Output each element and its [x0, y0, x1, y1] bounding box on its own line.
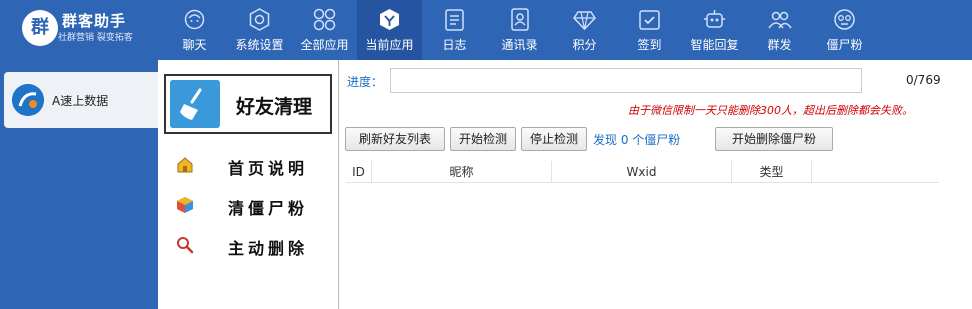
start-detect-button[interactable]: 开始检测: [450, 127, 516, 151]
broom-icon: [170, 80, 220, 128]
nav-label: 僵尸粉: [826, 38, 863, 52]
nav-label: 系统设置: [235, 38, 284, 52]
robot-icon: [704, 10, 725, 28]
menu-item-active-delete[interactable]: 主动删除: [174, 232, 334, 258]
search-delete-icon: [177, 237, 194, 254]
app-logo: 群 群客助手 社群营销 裂变拓客: [18, 6, 158, 54]
progress-label: 进度：: [347, 75, 384, 89]
friends-table-header: ID 昵称 Wxid 类型: [346, 161, 939, 183]
app-title: 群客助手: [62, 12, 127, 30]
home-icon: [177, 157, 193, 173]
nav-current-app[interactable]: 当前应用: [357, 0, 422, 60]
account-sidebar: A速上数据: [0, 60, 158, 309]
column-header-extra: [812, 161, 939, 183]
menu-item-label: 首页说明: [228, 159, 309, 178]
column-header-nickname[interactable]: 昵称: [372, 161, 552, 183]
account-item[interactable]: A速上数据: [4, 72, 158, 128]
logo-mark: 群: [22, 10, 58, 46]
nav-mass-send[interactable]: 群发: [747, 0, 812, 60]
menu-item-label: 主动删除: [228, 239, 309, 258]
stop-detect-button[interactable]: 停止检测: [521, 127, 587, 151]
nav-label: 签到: [637, 38, 662, 52]
nav-contacts[interactable]: 通讯录: [487, 0, 552, 60]
refresh-friends-button[interactable]: 刷新好友列表: [345, 127, 445, 151]
cube-icon: [380, 9, 399, 30]
nav-all-apps[interactable]: 全部应用: [292, 0, 357, 60]
nav-label: 日志: [442, 38, 467, 52]
nav-label: 聊天: [182, 38, 207, 52]
log-icon: [445, 9, 464, 31]
nav-label: 通讯录: [501, 38, 538, 52]
nav-label: 当前应用: [365, 38, 414, 52]
warning-text: 由于微信限制一天只能删除300人，超出后删除都会失败。: [628, 104, 913, 117]
column-header-wxid[interactable]: Wxid: [552, 161, 732, 183]
app-subtitle: 社群营销 裂变拓客: [58, 33, 133, 43]
checkin-icon: [639, 10, 660, 30]
menu-item-clear-zombies[interactable]: 清僵尸粉: [174, 192, 334, 218]
avatar: [12, 84, 44, 116]
nav-label: 群发: [767, 38, 792, 52]
nav-settings[interactable]: 系统设置: [227, 0, 292, 60]
menu-header-label: 好友清理: [236, 96, 313, 118]
top-bar: 群 群客助手 社群营销 裂变拓客 聊天 系统设置 全部应用 当前应用 日志 通讯…: [0, 0, 972, 60]
function-menu: 好友清理 首页说明 清僵尸粉 主动删除: [158, 60, 339, 309]
column-header-type[interactable]: 类型: [732, 161, 812, 183]
menu-item-label: 清僵尸粉: [228, 199, 309, 218]
nav-log[interactable]: 日志: [422, 0, 487, 60]
nav-smart-reply[interactable]: 智能回复: [682, 0, 747, 60]
account-name: A速上数据: [52, 94, 109, 108]
menu-item-home-intro[interactable]: 首页说明: [174, 152, 334, 178]
apps-icon: [313, 8, 336, 31]
zombie-icon: [834, 9, 855, 30]
menu-header[interactable]: 好友清理: [164, 74, 332, 134]
progress-bar: [390, 68, 862, 93]
contacts-icon: [511, 8, 529, 31]
nav-label: 积分: [572, 38, 597, 52]
diamond-icon: [573, 11, 596, 31]
nav-checkin[interactable]: 签到: [617, 0, 682, 60]
column-header-id[interactable]: ID: [346, 161, 372, 183]
nav-chat[interactable]: 聊天: [162, 0, 227, 60]
nav-zombie-fans[interactable]: 僵尸粉: [812, 0, 877, 60]
nav-label: 智能回复: [690, 38, 739, 52]
settings-icon: [249, 8, 270, 31]
main-content: 进度： 0/769 由于微信限制一天只能删除300人，超出后删除都会失败。 刷新…: [340, 60, 972, 309]
progress-count: 0/769: [906, 73, 941, 87]
main-nav: 聊天 系统设置 全部应用 当前应用 日志 通讯录 积分 签到 智能回复 群发 僵…: [162, 0, 877, 60]
group-icon: [768, 11, 792, 29]
found-count-text: 发现 0 个僵尸粉: [593, 133, 681, 147]
box-icon: [177, 197, 193, 213]
delete-zombies-button[interactable]: 开始删除僵尸粉: [715, 127, 833, 151]
nav-points[interactable]: 积分: [552, 0, 617, 60]
chat-icon: [184, 9, 205, 30]
nav-label: 全部应用: [300, 38, 349, 52]
